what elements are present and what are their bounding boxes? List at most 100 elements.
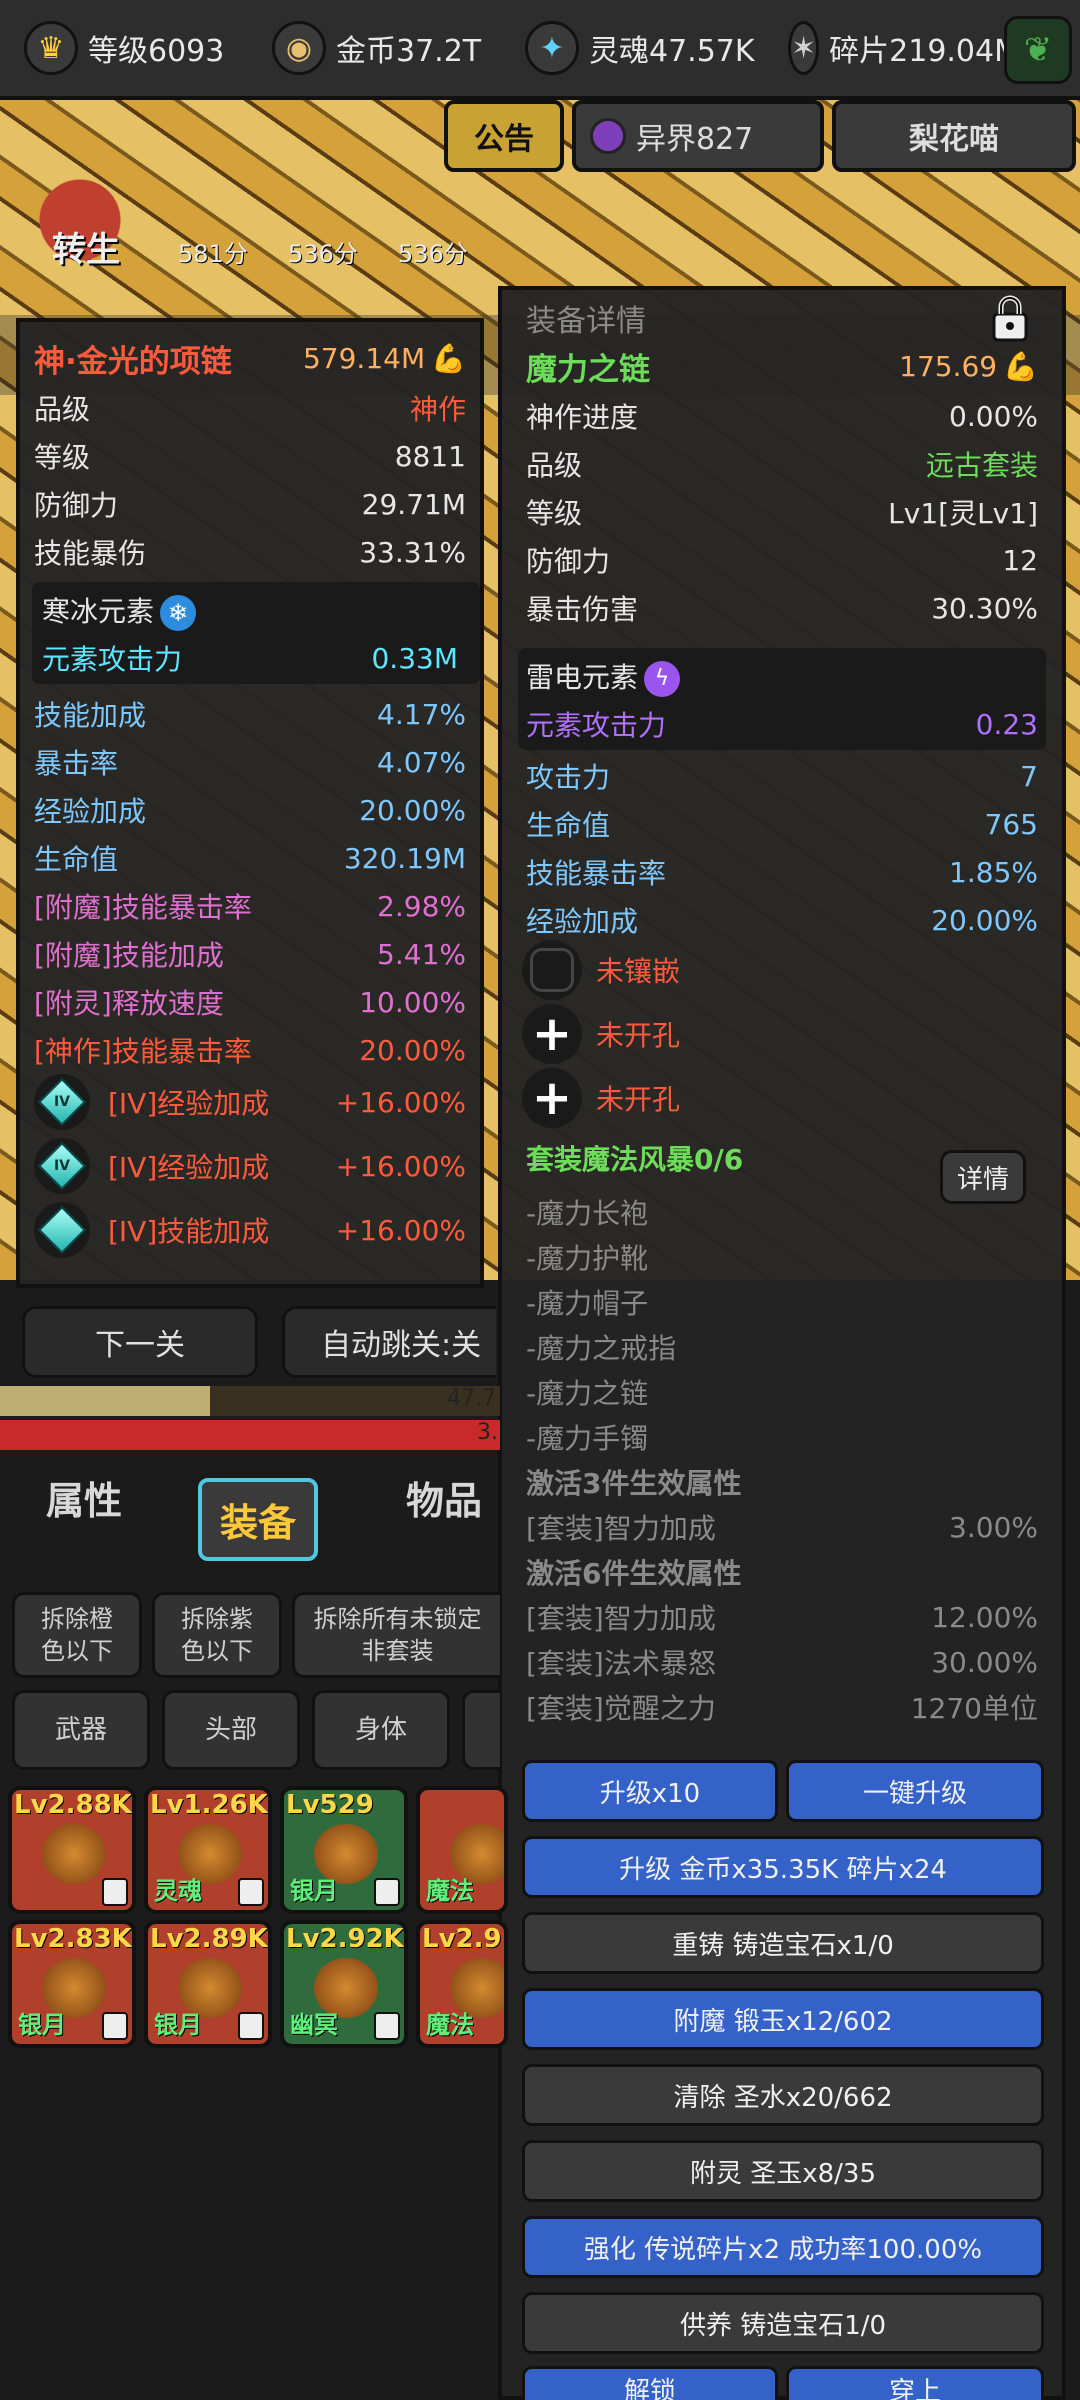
category-weapon[interactable]: 武器 [12,1690,150,1770]
detail-element-attack-value: 0.23 [975,707,1038,741]
gem-value: +16.00% [335,1085,466,1119]
detail-element-text: 雷电元素 [526,660,639,694]
bonus-value: 10.00% [359,985,466,1019]
inventory-slot[interactable]: Lv2.89K 银月 [144,1920,272,2048]
inventory-slot[interactable]: Lv529 银月 [280,1786,408,1914]
clear-button[interactable]: 清除 圣水x20/662 [522,2064,1044,2126]
dismantle-orange-button[interactable]: 拆除橙 色以下 [12,1592,142,1678]
coin-icon: ◉ [272,21,326,75]
enhance-button[interactable]: 强化 传说碎片x2 成功率100.00% [522,2216,1044,2278]
socket-row: 未开孔 [596,1078,896,1118]
detail-stat-value: Lv1[灵Lv1] [888,497,1038,530]
player-name-button[interactable]: 梨花喵 [832,100,1076,172]
socket-glyph [530,948,574,992]
gem-icon[interactable] [34,1202,90,1258]
item-name: 神·金光的项链 [34,343,232,380]
detail-element-row: 雷电元素 ϟ [526,656,1038,697]
health-bar-text: 3. [477,1420,498,1445]
auto-skip-button[interactable]: 自动跳关:关 [282,1306,496,1378]
add-socket-icon[interactable]: + [522,1004,582,1064]
inventory-slot[interactable]: Lv2.83K 银月 [8,1920,136,2048]
upgrade-x10-button[interactable]: 升级x10 [522,1760,778,1822]
set-bonus-title-text: 激活3件生效属性 [526,1467,742,1500]
gem-label: [IV]经验加成 [108,1151,270,1184]
set-part-row: -魔力手镯 [526,1419,1038,1455]
wear-button[interactable]: 穿上 [786,2366,1044,2400]
set-bonus-value: 1270单位 [910,1692,1038,1725]
detail-stat-row: 品级 远古套装 [526,444,1038,484]
lock-icon[interactable] [982,292,1038,348]
upgrade-cost-button[interactable]: 升级 金币x35.35K 碎片x24 [522,1836,1044,1898]
element-attack-value: 0.33M [371,641,458,675]
set-bonus-label: [套装]智力加成 [526,1512,716,1545]
category-body[interactable]: 身体 [312,1690,450,1770]
socket-glyph: + [531,1006,573,1062]
lightning-icon: ϟ [644,660,681,697]
lock-icon [238,2012,264,2040]
bonus-value: 20.00% [359,1033,466,1067]
set-detail-button[interactable]: 详情 [940,1150,1026,1204]
recast-button[interactable]: 重铸 铸造宝石x1/0 [522,1912,1044,1974]
socket-row: 未开孔 [596,1014,896,1054]
inventory-slot[interactable]: Lv1.26K 灵魂 [144,1786,272,1914]
tab-equipment[interactable]: 装备 [198,1478,319,1561]
unlock-button[interactable]: 解锁 [522,2366,778,2400]
bonus-row: 经验加成 20.00% [34,790,466,830]
resource-level-label: 等级6093 [88,34,225,69]
otherworld-label: 异界827 [636,122,754,157]
slot-level: Lv2.9 [422,1924,502,1954]
detail-bonus-label: 生命值 [526,809,611,842]
set-bonus-value: 3.00% [949,1510,1038,1544]
equipment-icon [42,1824,106,1884]
set-bonus-title: 激活6件生效属性 [526,1554,1038,1590]
tab-attributes[interactable]: 属性 [46,1470,122,1525]
inventory-slot[interactable]: Lv2.88K [8,1786,136,1914]
stat-row: 技能暴伤 33.31% [34,532,466,572]
spirit-button[interactable]: 附灵 圣玉x8/35 [522,2140,1044,2202]
slot-level: Lv2.88K [14,1790,132,1820]
detail-bonus-value: 1.85% [949,855,1038,889]
inventory-slot[interactable]: 魔法 [416,1786,508,1914]
one-key-upgrade-button[interactable]: 一键升级 [786,1760,1044,1822]
detail-stat-label: 神作进度 [526,401,639,434]
set-part-row: -魔力之链 [526,1374,1038,1410]
rebirth-label: 转生 [52,230,120,270]
gem-icon[interactable]: IV [34,1074,90,1130]
category-more[interactable] [462,1690,500,1770]
detail-header: 魔力之链 175.69 💪 [526,346,1038,388]
gem-row: [IV]经验加成 +16.00% [108,1082,466,1122]
resource-shard: ✶ 碎片219.04M [788,21,1020,75]
add-socket-icon[interactable]: + [522,1068,582,1128]
detail-power: 175.69 💪 [899,350,1038,383]
inventory-slot[interactable]: Lv2.9 魔法 [416,1920,508,2048]
dismantle-purple-button[interactable]: 拆除紫 色以下 [152,1592,282,1678]
inventory-slot[interactable]: Lv2.92K 幽冥 [280,1920,408,2048]
gem-icon[interactable]: IV [34,1138,90,1194]
detail-stat-label: 等级 [526,497,583,530]
element-name: 寒冰元素 ❄ [42,590,197,631]
leaf-icon[interactable]: ❦ [1004,16,1072,84]
category-head[interactable]: 头部 [162,1690,300,1770]
socket-row: 未镶嵌 [596,950,896,990]
otherworld-button[interactable]: 异界827 [572,100,824,172]
set-bonus-row: [套装]智力加成 12.00% [526,1599,1038,1636]
lock-icon [238,1878,264,1906]
element-attack-row: 元素攻击力 0.33M [42,638,458,678]
tab-items[interactable]: 物品 [406,1470,482,1525]
set-part-label: -魔力手镯 [526,1422,649,1455]
next-level-button[interactable]: 下一关 [22,1306,258,1378]
offer-button[interactable]: 供养 铸造宝石1/0 [522,2292,1044,2354]
resource-coin: ◉ 金币37.2T [272,21,507,75]
element-row: 寒冰元素 ❄ [42,590,458,631]
detail-bonus-value: 20.00% [931,903,1038,937]
notice-button[interactable]: 公告 [444,100,564,172]
empty-socket-icon[interactable] [522,940,582,1000]
dismantle-unlocked-button[interactable]: 拆除所有未锁定 非套装 [292,1592,500,1678]
item-header: 神·金光的项链 579.14M 💪 [34,338,466,380]
stat-value: 33.31% [359,535,466,569]
detail-element-attack: 元素攻击力 0.23 [526,704,1038,744]
stat-row: 等级 8811 [34,436,466,476]
slot-set-name: 灵魂 [154,1877,202,1905]
enchant-button[interactable]: 附魔 锻玉x12/602 [522,1988,1044,2050]
slot-set-name: 银月 [154,2011,202,2039]
